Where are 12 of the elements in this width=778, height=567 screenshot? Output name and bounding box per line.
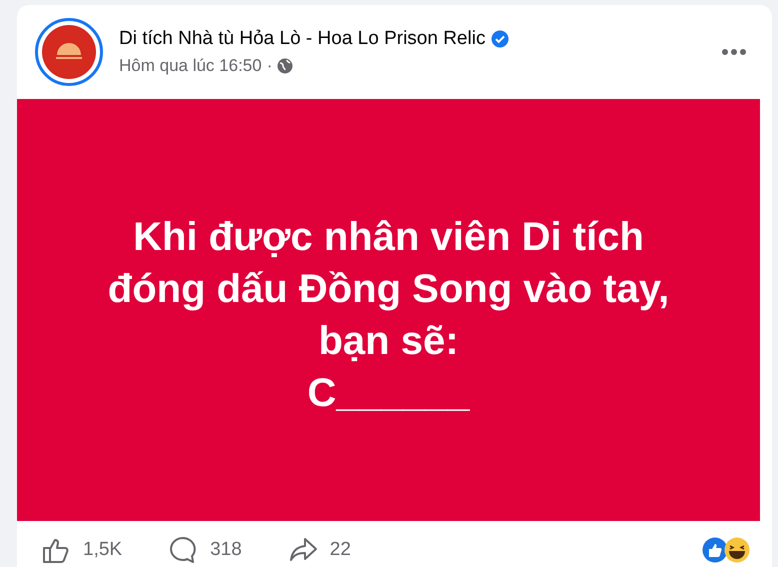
like-count: 1,5K: [83, 539, 122, 561]
post-time[interactable]: Hôm qua lúc 16:50: [119, 56, 262, 76]
more-options-icon[interactable]: [721, 48, 747, 56]
share-count: 22: [330, 539, 351, 561]
globe-icon: [277, 58, 294, 74]
haha-reaction-icon[interactable]: [724, 537, 750, 563]
page-name[interactable]: Di tích Nhà tù Hỏa Lò - Hoa Lo Prison Relic: [119, 28, 486, 50]
like-reaction-icon[interactable]: [702, 537, 728, 563]
separator: ·: [266, 56, 272, 76]
comment-icon[interactable]: [168, 535, 198, 565]
post-text: Khi được nhân viên Di tích đóng dấu Đồng Song vào tay, bạn sẽ: C______: [108, 214, 670, 417]
comment-count: 318: [210, 539, 242, 561]
